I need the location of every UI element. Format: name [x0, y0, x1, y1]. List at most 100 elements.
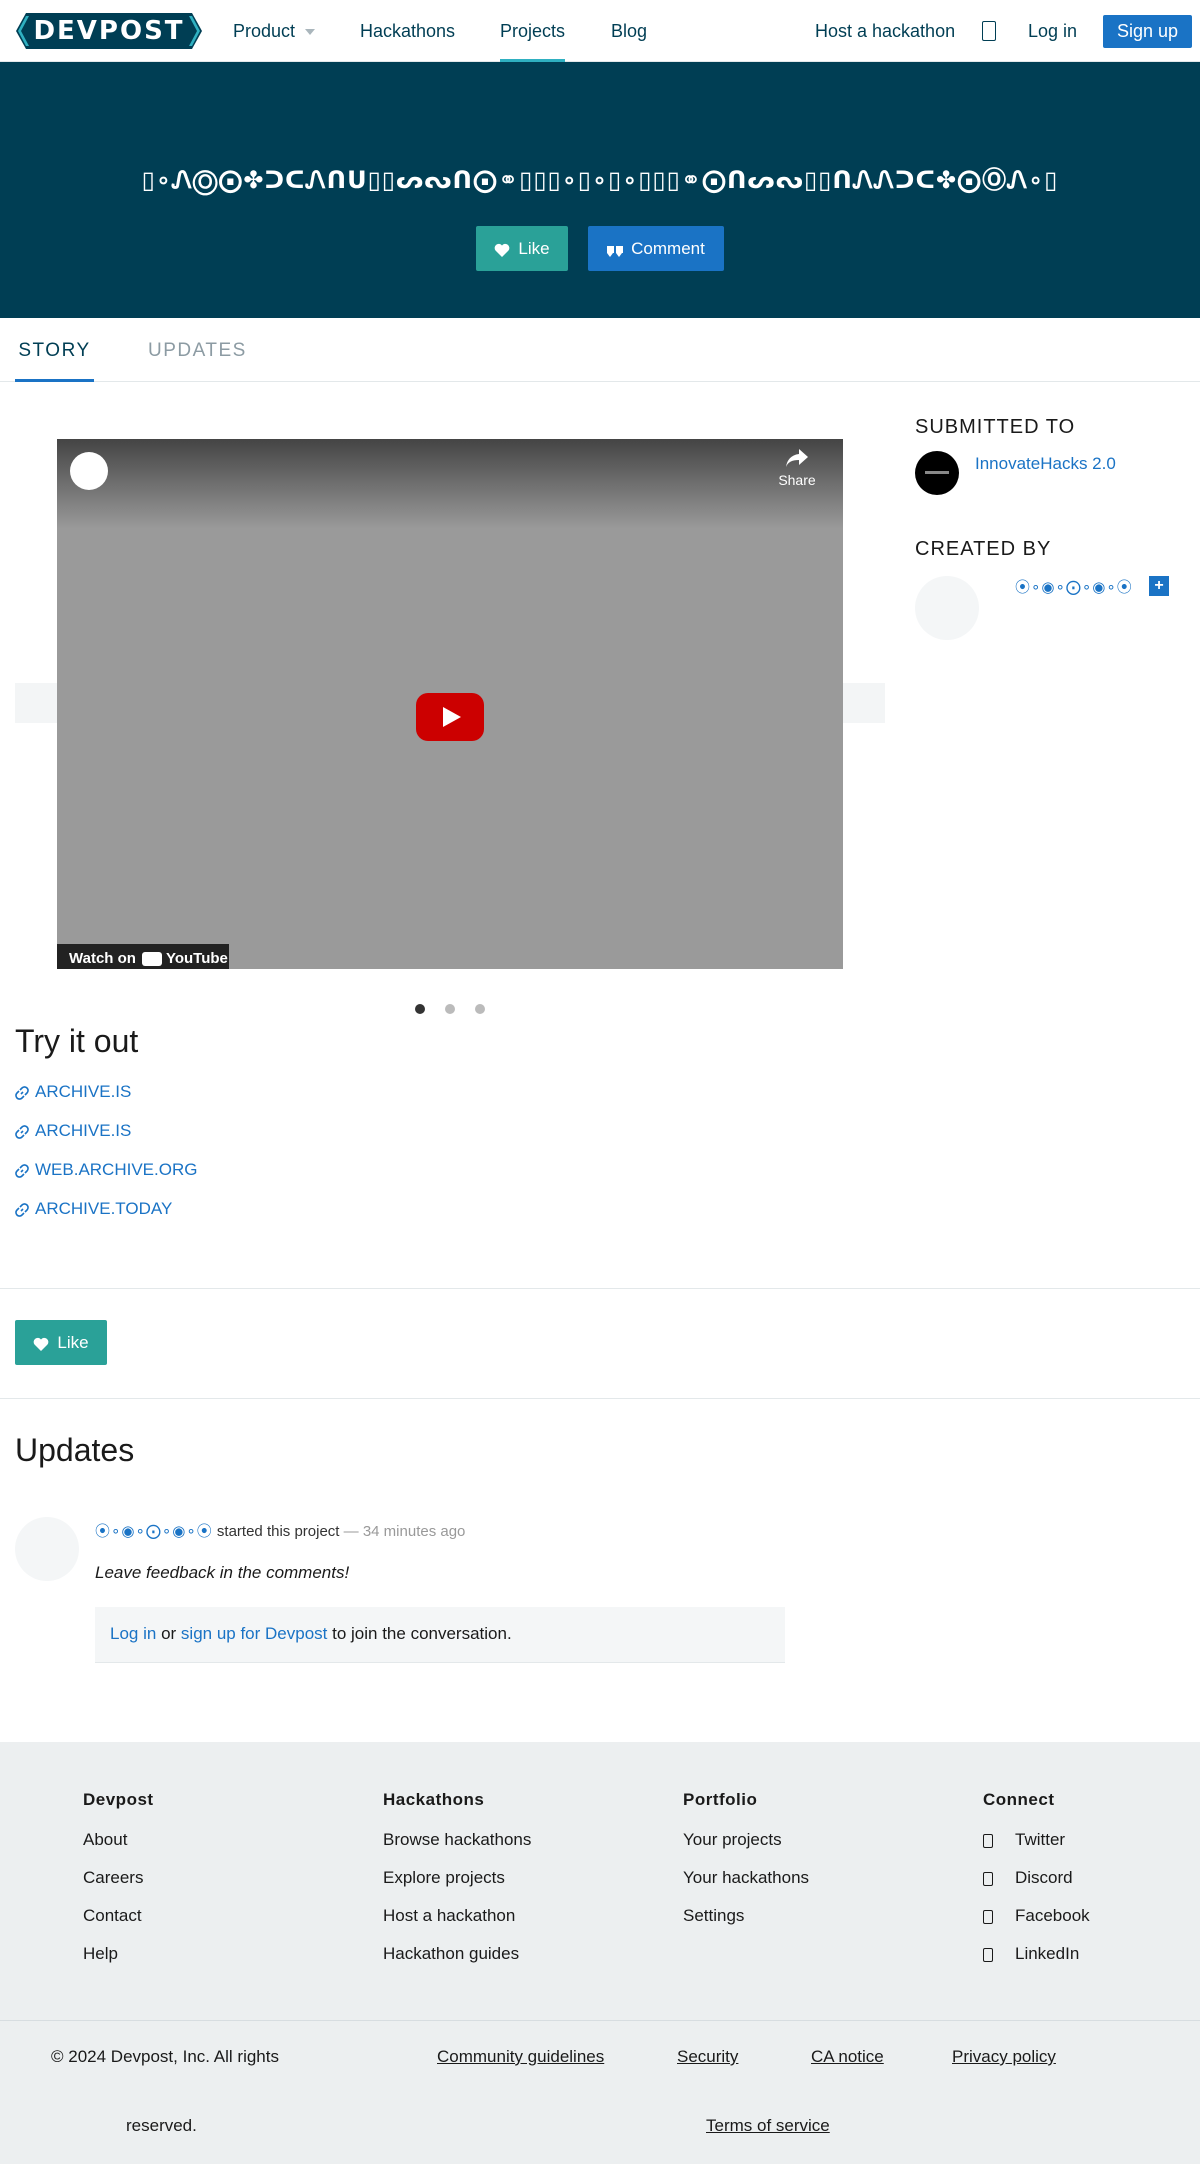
footer-link-settings[interactable]: Settings	[683, 1906, 933, 1944]
like-button-bottom[interactable]: Like	[15, 1320, 107, 1365]
footer-link-twitter-label: Twitter	[1015, 1830, 1066, 1849]
creator-avatar[interactable]	[915, 576, 979, 640]
heart-icon	[495, 243, 510, 257]
project-tabs: STORY UPDATES	[0, 318, 1200, 382]
video-embed[interactable]: Share Watch on YouTube	[57, 439, 843, 969]
created-by-heading: CREATED BY	[915, 538, 1052, 560]
logo-text: DEVPOST	[33, 16, 185, 46]
footer-link-host-hackathon[interactable]: Host a hackathon	[383, 1906, 633, 1944]
footer-col-connect: Connect Twitter Discord Facebook LinkedI…	[983, 1790, 1200, 1982]
try-link-4[interactable]: ARCHIVE.TODAY	[15, 1199, 172, 1221]
share-label: Share	[778, 472, 816, 488]
join-conversation-box: Log in or sign up for Devpost to join th…	[95, 1607, 785, 1663]
discord-icon	[983, 1871, 993, 1886]
ca-notice-link[interactable]: CA notice	[811, 2047, 884, 2067]
search-icon[interactable]	[982, 21, 996, 41]
footer-link-linkedin-label: LinkedIn	[1015, 1944, 1080, 1963]
footer-col-portfolio: Portfolio Your projects Your hackathons …	[683, 1790, 933, 1944]
footer-link-discord[interactable]: Discord	[983, 1868, 1200, 1906]
security-link[interactable]: Security	[677, 2047, 738, 2067]
gallery-prev-button[interactable]	[15, 683, 57, 723]
devpost-logo[interactable]: DEVPOST	[16, 13, 202, 49]
follow-creator-button[interactable]: +	[1149, 576, 1169, 596]
try-link-3[interactable]: WEB.ARCHIVE.ORG	[15, 1160, 197, 1182]
watch-on-label: Watch on	[69, 950, 136, 967]
update-author-avatar[interactable]	[15, 1517, 79, 1581]
footer-link-help[interactable]: Help	[83, 1944, 333, 1982]
tab-story[interactable]: STORY	[15, 318, 94, 382]
comment-label: Comment	[631, 239, 705, 258]
youtube-label: YouTube	[165, 950, 228, 967]
try-link-1[interactable]: ARCHIVE.IS	[15, 1082, 131, 1104]
project-hero: ▯∘ᏁⓄ⨀✤ᑐᑕᏁᑎᑌ▯▯ᔕᔓᑎ⨀⚭▯▯▯∘▯∘▯∘▯▯▯⚭⨀ᑎᔕᔓ▯▯ᑎᏁᏁᑐ…	[0, 62, 1200, 318]
share-button[interactable]: Share	[777, 449, 817, 488]
challenge-link[interactable]: InnovateHacks 2.0	[975, 454, 1116, 474]
footer-link-twitter[interactable]: Twitter	[983, 1830, 1200, 1868]
try-link-2[interactable]: ARCHIVE.IS	[15, 1121, 131, 1143]
gallery-dot-2[interactable]	[445, 1004, 455, 1014]
try-link-4-label: ARCHIVE.TODAY	[35, 1199, 173, 1218]
join-or-text: or	[161, 1624, 177, 1643]
creator-name[interactable]: ⦿∘◉∘⨀∘◉∘⦿	[1015, 576, 1133, 597]
gallery-dot-1[interactable]	[415, 1004, 425, 1014]
nav-projects[interactable]: Projects	[500, 0, 566, 62]
watch-on-youtube[interactable]: Watch on YouTube	[57, 944, 229, 969]
update-author-name[interactable]: ⦿∘◉∘⨀∘◉∘⦿	[95, 1522, 213, 1540]
privacy-policy-link[interactable]: Privacy policy	[952, 2047, 1056, 2067]
footer-col-hackathons: Hackathons Browse hackathons Explore pro…	[383, 1790, 633, 1982]
footer-col-devpost: Devpost About Careers Contact Help	[83, 1790, 333, 1982]
challenge-logo[interactable]	[915, 451, 959, 495]
gallery-next-button[interactable]	[843, 683, 885, 723]
update-timestamp: — 34 minutes ago	[343, 1523, 466, 1540]
login-link[interactable]: Log in	[1028, 0, 1077, 62]
terms-of-service-link[interactable]: Terms of service	[706, 2116, 830, 2136]
footer-link-your-projects[interactable]: Your projects	[683, 1830, 933, 1868]
footer-link-discord-label: Discord	[1015, 1868, 1073, 1887]
try-link-3-label: WEB.ARCHIVE.ORG	[35, 1160, 198, 1179]
community-guidelines-link[interactable]: Community guidelines	[437, 2047, 604, 2067]
copyright-line-1: © 2024 Devpost, Inc. All rights	[51, 2047, 279, 2066]
footer-link-explore-projects[interactable]: Explore projects	[383, 1868, 633, 1906]
nav-product[interactable]: Product	[233, 0, 316, 62]
update-action: started this project	[216, 1523, 340, 1540]
like-label: Like	[518, 239, 550, 258]
footer-col-title: Devpost	[83, 1790, 154, 1809]
like-bottom-label: Like	[57, 1333, 89, 1352]
link-icon	[15, 1124, 29, 1139]
join-login-link[interactable]: Log in	[110, 1624, 156, 1643]
join-signup-link[interactable]: sign up for Devpost	[181, 1624, 327, 1643]
video-top-bar	[57, 439, 843, 529]
top-navigation: DEVPOST Product Hackathons Projects Blog…	[0, 0, 1200, 62]
join-rest-text: to join the conversation.	[332, 1624, 512, 1643]
section-divider	[0, 1398, 1200, 1399]
tab-updates[interactable]: UPDATES	[148, 318, 247, 382]
footer-link-contact[interactable]: Contact	[83, 1906, 333, 1944]
link-icon	[15, 1202, 29, 1217]
footer-legal-bar: © 2024 Devpost, Inc. All rights reserved…	[0, 2020, 1200, 2164]
footer-link-careers[interactable]: Careers	[83, 1868, 333, 1906]
update-message: Leave feedback in the comments!	[95, 1563, 350, 1582]
copyright-line-2: reserved.	[126, 2116, 197, 2135]
youtube-play-icon[interactable]	[416, 693, 484, 741]
like-button[interactable]: Like	[476, 226, 568, 271]
try-link-1-label: ARCHIVE.IS	[35, 1082, 132, 1101]
nav-hackathons[interactable]: Hackathons	[360, 0, 455, 62]
footer-link-your-hackathons[interactable]: Your hackathons	[683, 1868, 933, 1906]
footer-link-browse-hackathons[interactable]: Browse hackathons	[383, 1830, 633, 1868]
comment-button[interactable]: Comment	[588, 226, 724, 271]
footer-link-facebook[interactable]: Facebook	[983, 1906, 1200, 1944]
signup-button[interactable]: Sign up	[1103, 15, 1192, 48]
channel-avatar[interactable]	[70, 452, 108, 490]
link-icon	[15, 1163, 29, 1178]
youtube-logo-icon	[141, 952, 162, 967]
footer-col-title: Hackathons	[383, 1790, 485, 1809]
footer-link-about[interactable]: About	[83, 1830, 333, 1868]
footer-link-linkedin[interactable]: LinkedIn	[983, 1944, 1200, 1982]
host-hackathon-link[interactable]: Host a hackathon	[815, 0, 955, 62]
nav-product-label: Product	[233, 21, 296, 41]
twitter-icon	[983, 1833, 993, 1848]
gallery-dot-3[interactable]	[475, 1004, 485, 1014]
nav-blog[interactable]: Blog	[611, 0, 647, 62]
footer-link-hackathon-guides[interactable]: Hackathon guides	[383, 1944, 633, 1982]
section-divider	[0, 1288, 1200, 1289]
